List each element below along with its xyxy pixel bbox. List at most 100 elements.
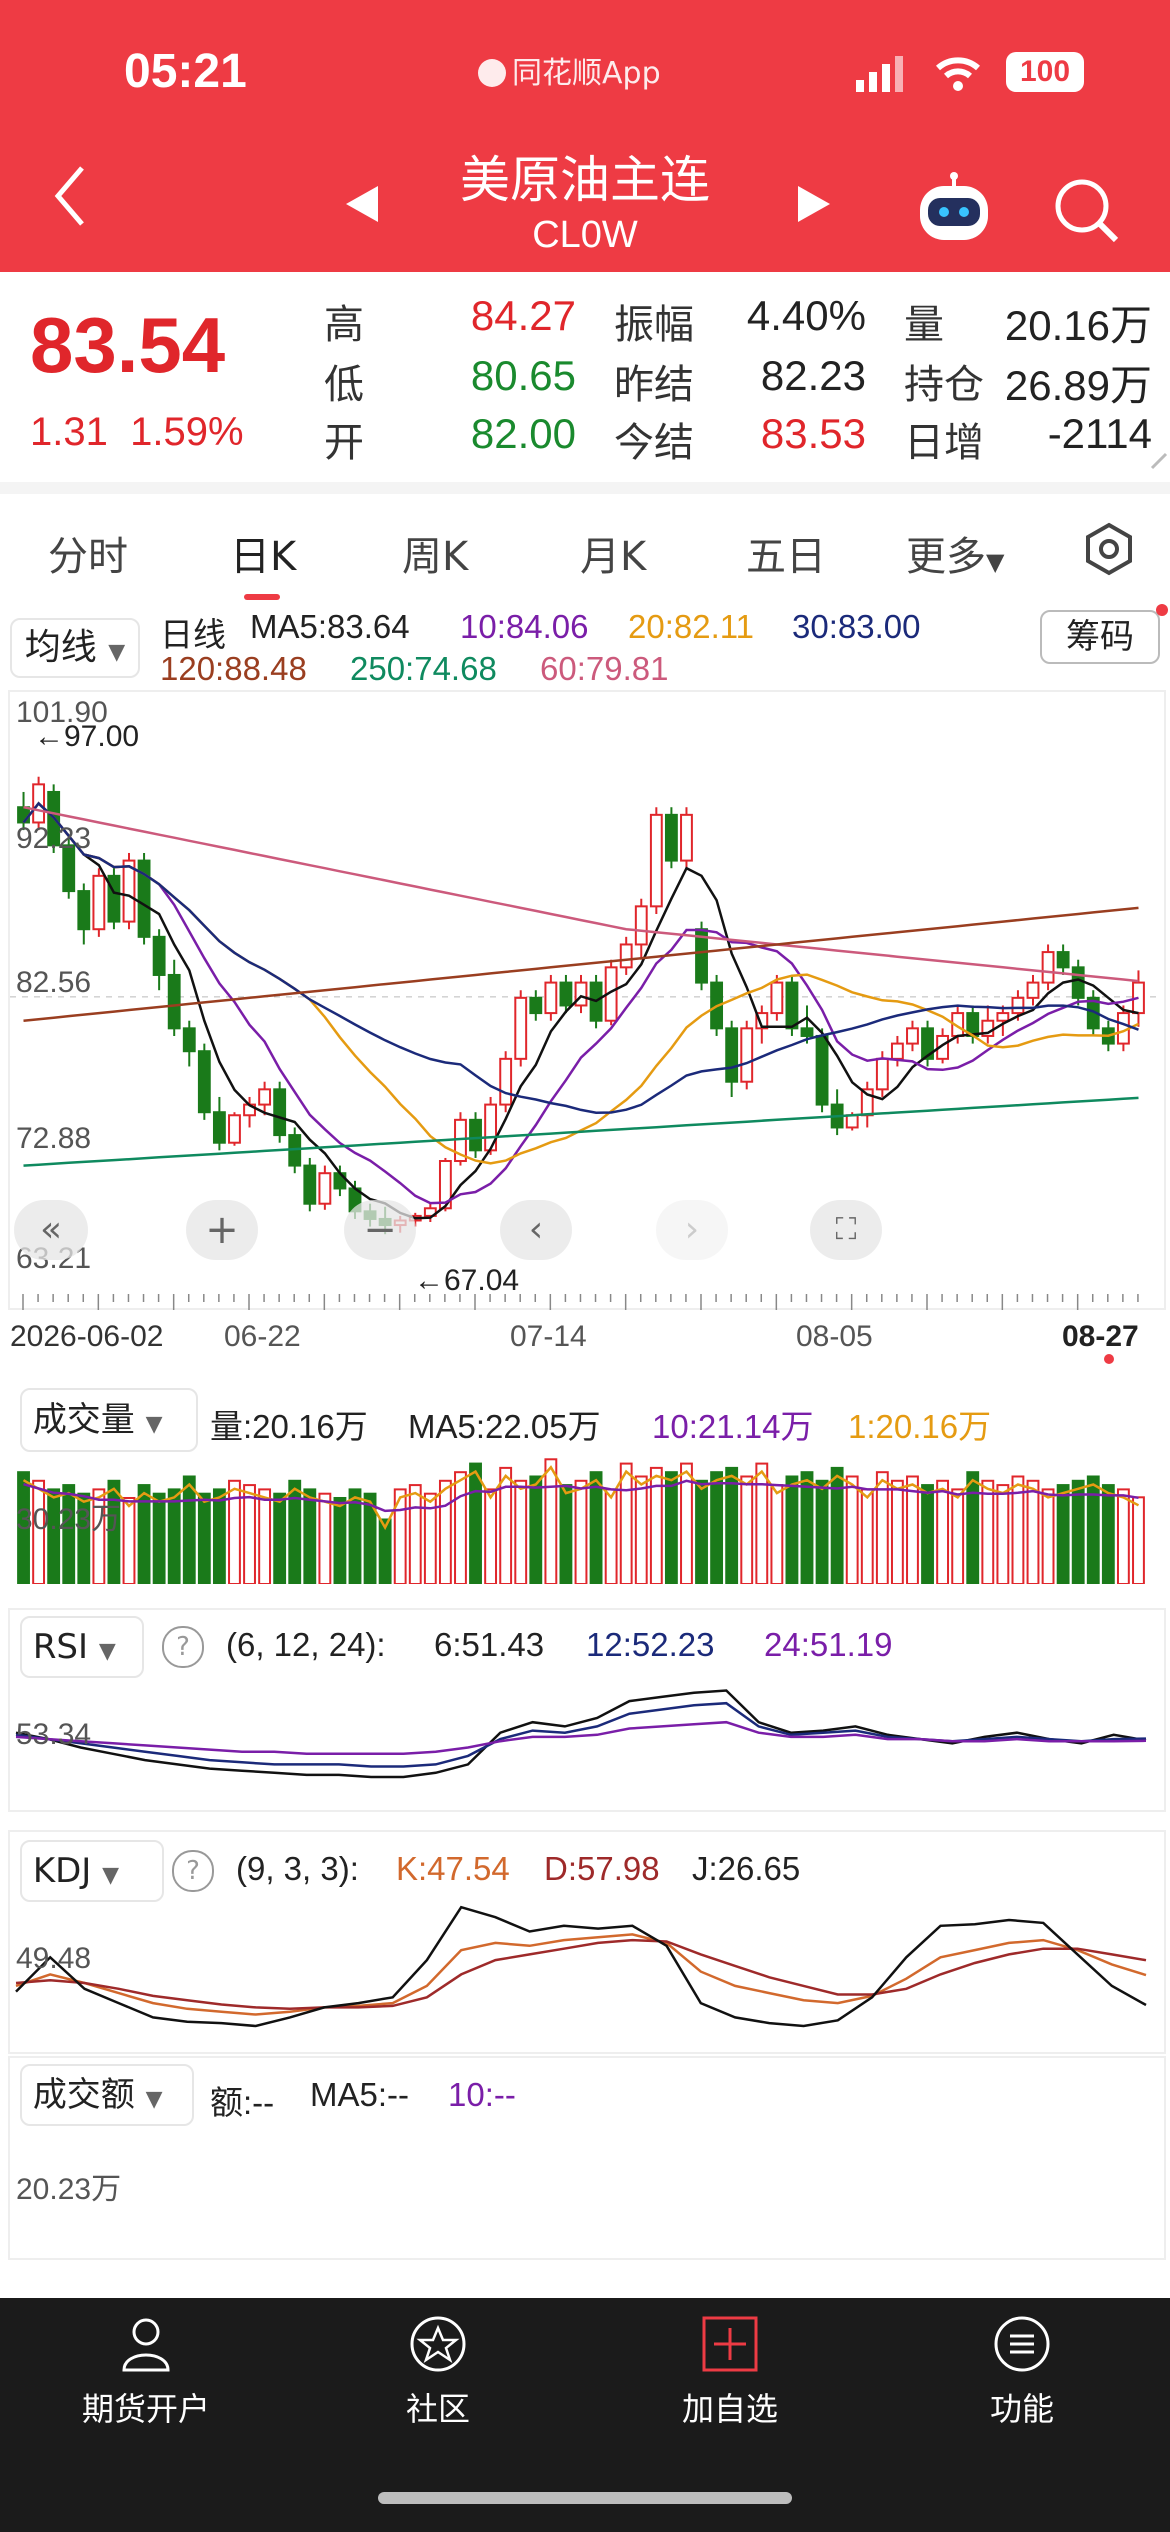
volume-bar bbox=[981, 1479, 995, 1584]
volume-label: 量 bbox=[904, 302, 944, 348]
volume-bar bbox=[740, 1475, 754, 1584]
chevron-right-icon[interactable]: › bbox=[656, 1200, 728, 1260]
section-divider bbox=[0, 482, 1170, 494]
candle-body bbox=[273, 1088, 287, 1137]
volume-bar bbox=[770, 1484, 784, 1584]
volume-bar bbox=[152, 1492, 166, 1584]
rewind-double-chevron-icon[interactable]: « bbox=[14, 1200, 88, 1260]
rsi6-value: 6:51.43 bbox=[434, 1626, 545, 1663]
tab-five-day[interactable]: 五日 bbox=[746, 524, 826, 582]
candle-body bbox=[514, 996, 528, 1060]
battery-icon: 100 bbox=[1006, 52, 1084, 92]
person-icon bbox=[122, 2318, 170, 2372]
volume-bar bbox=[243, 1484, 256, 1584]
volume-bar bbox=[499, 1466, 513, 1584]
ma120-value: 120:88.48 bbox=[160, 650, 307, 687]
expand-corner-icon[interactable] bbox=[1150, 452, 1168, 470]
amount-selector-dropdown[interactable]: 成交额 ▼ bbox=[20, 2064, 194, 2126]
candle-body bbox=[107, 874, 121, 923]
tab-weekly-k[interactable]: 周K bbox=[402, 524, 468, 582]
volume-bar bbox=[755, 1462, 769, 1584]
x-axis-label: 07-14 bbox=[510, 1320, 587, 1353]
candle-body bbox=[996, 1012, 1010, 1022]
nav-community[interactable]: 社区 bbox=[292, 2300, 584, 2430]
zoom-in-plus-icon[interactable]: + bbox=[186, 1200, 258, 1260]
candle-body bbox=[619, 943, 633, 969]
volume-ma1: 1:20.16万 bbox=[848, 1408, 992, 1445]
volume-bar bbox=[514, 1479, 528, 1584]
robot-assistant-icon[interactable] bbox=[914, 172, 994, 244]
ma60-line bbox=[23, 805, 1139, 983]
candle-body bbox=[1041, 951, 1055, 984]
rsi-selector-dropdown[interactable]: RSI ▼ bbox=[20, 1616, 144, 1678]
daily-increase-label: 日增 bbox=[904, 420, 984, 466]
volume-bar bbox=[228, 1479, 241, 1584]
rsi24-value: 24:51.19 bbox=[764, 1626, 893, 1663]
nav-futures-account[interactable]: 期货开户 bbox=[0, 2300, 292, 2430]
settings-hexagon-icon[interactable] bbox=[1082, 522, 1136, 576]
ma10-value: 10:84.06 bbox=[460, 608, 589, 645]
tab-daily-k[interactable]: 日K bbox=[230, 524, 296, 582]
kdj-chart[interactable] bbox=[10, 1890, 1160, 2046]
volume-bar bbox=[951, 1488, 965, 1584]
volume-bar bbox=[921, 1484, 934, 1584]
ma250-value: 250:74.68 bbox=[350, 650, 497, 687]
tab-more[interactable]: 更多▼ bbox=[906, 524, 1004, 582]
candle-body bbox=[664, 813, 678, 862]
caret-down-icon: ▼ bbox=[102, 1863, 120, 1888]
volume-bar bbox=[288, 1479, 302, 1584]
zoom-out-minus-icon[interactable]: − bbox=[344, 1200, 416, 1260]
ma250-line bbox=[23, 1096, 1139, 1167]
x-axis-label: 08-27 bbox=[1062, 1320, 1139, 1353]
volume-bar bbox=[574, 1479, 588, 1584]
volume-bar bbox=[619, 1462, 633, 1584]
tab-monthly-k[interactable]: 月K bbox=[580, 524, 646, 582]
candle-body bbox=[258, 1088, 272, 1106]
candle-body bbox=[182, 1027, 196, 1053]
line-type-label: 日线 bbox=[160, 616, 226, 653]
home-indicator bbox=[378, 2492, 792, 2504]
amount-ma5: MA5:-- bbox=[310, 2076, 409, 2113]
candle-body bbox=[800, 1027, 814, 1037]
candle-body bbox=[1071, 966, 1085, 999]
x-axis-label: 06-22 bbox=[224, 1320, 301, 1353]
price-change: 1.31 1.59% bbox=[30, 410, 244, 454]
high-value: 84.27 bbox=[470, 292, 576, 339]
chevron-left-icon[interactable]: ‹ bbox=[500, 1200, 572, 1260]
daily-increase-value: -2114 bbox=[1047, 410, 1152, 457]
nav-add-watchlist[interactable]: 加自选 bbox=[584, 2300, 876, 2430]
volume-chart[interactable] bbox=[10, 1448, 1160, 1584]
volume-selector-dropdown[interactable]: 成交量 ▼ bbox=[20, 1388, 198, 1452]
volume-bar bbox=[800, 1471, 814, 1584]
volume-bar bbox=[438, 1479, 452, 1584]
volume-now: 量:20.16万 bbox=[210, 1408, 368, 1445]
volume-bar bbox=[664, 1471, 678, 1584]
chip-distribution-button[interactable]: 筹码 bbox=[1040, 610, 1160, 664]
help-icon[interactable]: ? bbox=[172, 1850, 214, 1892]
candle-body bbox=[770, 981, 784, 1015]
volume-bar bbox=[333, 1496, 347, 1584]
candle-body bbox=[815, 1034, 829, 1106]
amount-value: 额:-- bbox=[210, 2084, 275, 2121]
rsi12-value: 12:52.23 bbox=[586, 1626, 715, 1663]
fullscreen-icon[interactable]: ⛶ bbox=[810, 1200, 882, 1260]
active-tab-indicator bbox=[244, 594, 280, 600]
candle-body bbox=[740, 1027, 754, 1083]
ma-selector-dropdown[interactable]: 均线 ▼ bbox=[10, 618, 140, 678]
help-icon[interactable]: ? bbox=[162, 1626, 204, 1668]
caret-down-icon: ▼ bbox=[108, 640, 126, 665]
search-icon[interactable] bbox=[1052, 176, 1120, 244]
kdj-j-value: J:26.65 bbox=[692, 1850, 801, 1887]
kdj-params: (9, 3, 3): bbox=[236, 1850, 359, 1887]
nav-functions[interactable]: 功能 bbox=[876, 2300, 1168, 2430]
cellular-signal-icon bbox=[856, 56, 903, 92]
volume-bar bbox=[634, 1475, 648, 1584]
kline-chart[interactable] bbox=[10, 692, 1160, 1304]
rsi-line-6 bbox=[15, 1689, 1147, 1779]
amount-axis-label: 20.23万 bbox=[16, 2173, 122, 2206]
candle-body bbox=[529, 996, 543, 1015]
volume-bar bbox=[167, 1488, 181, 1584]
volume-bar bbox=[1116, 1488, 1130, 1584]
tab-intraday[interactable]: 分时 bbox=[48, 524, 128, 582]
rsi-chart[interactable] bbox=[10, 1670, 1160, 1806]
